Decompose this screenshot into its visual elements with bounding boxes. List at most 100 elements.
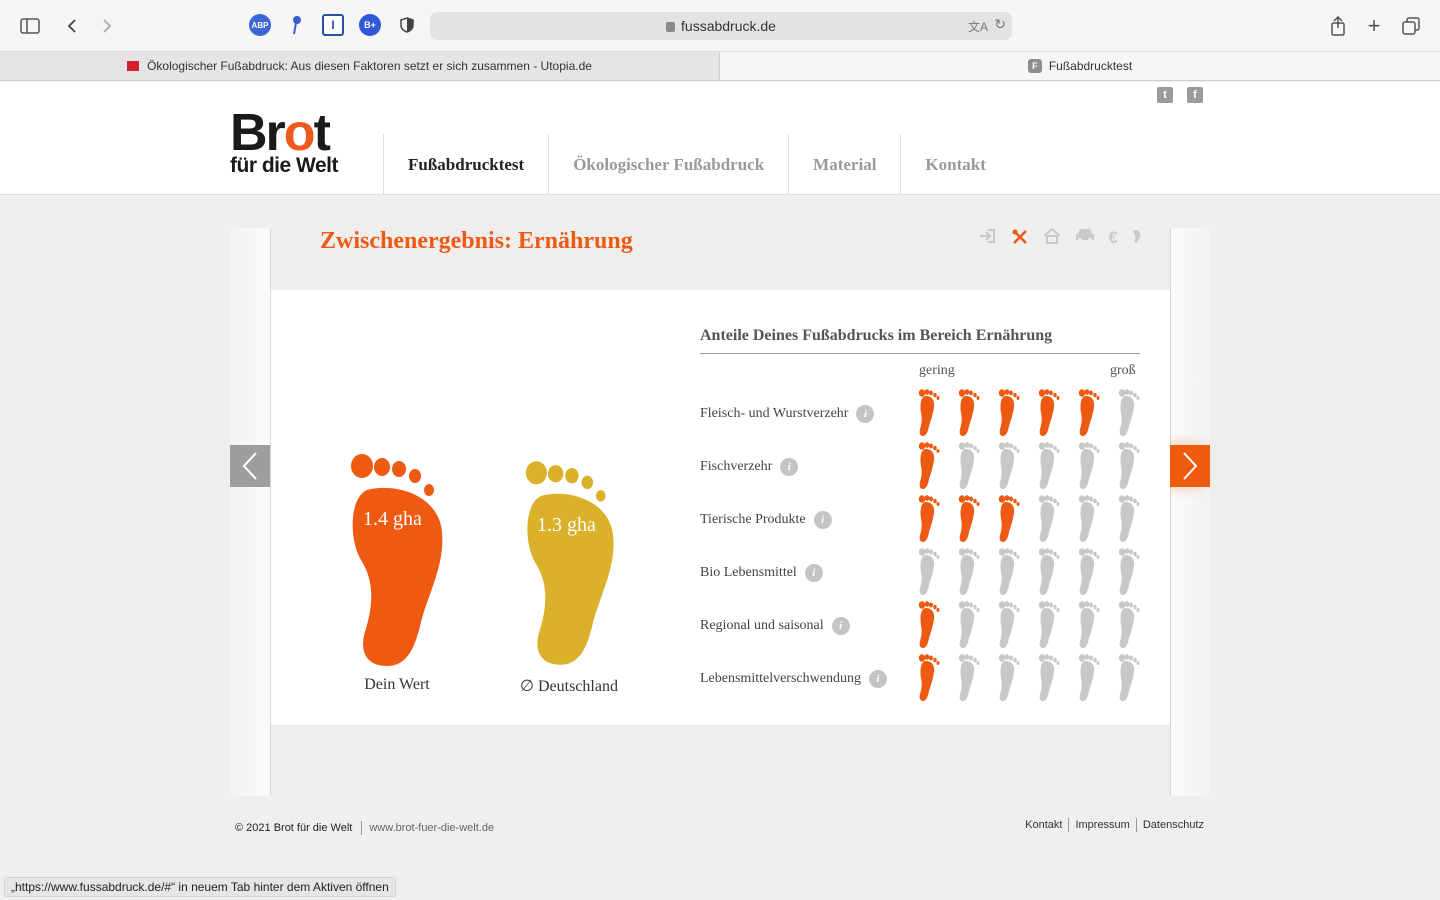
tab-fussabdrucktest[interactable]: F Fußabdrucktest xyxy=(720,52,1440,80)
empty-foot-icon xyxy=(1038,442,1060,489)
back-icon[interactable] xyxy=(59,13,85,39)
pin-extension-icon[interactable] xyxy=(285,14,307,36)
your-value: 1.4 gha xyxy=(363,508,422,530)
twitter-icon[interactable]: t xyxy=(1157,87,1173,103)
empty-foot-icon xyxy=(958,654,980,701)
tab-utopia[interactable]: Ökologischer Fußabdruck: Aus diesen Fakt… xyxy=(0,52,720,80)
info-icon[interactable]: i xyxy=(813,511,832,529)
footer-link-datenschutz[interactable]: Datenschutz xyxy=(1143,819,1204,831)
empty-foot-icon xyxy=(1078,654,1100,701)
empty-foot-icon xyxy=(1118,389,1140,436)
footer-site-link[interactable]: www.brot-fuer-die-welt.de xyxy=(369,822,494,834)
empty-foot-icon xyxy=(958,548,980,595)
address-bar[interactable]: fussabdruck.de 文A ↻ xyxy=(430,12,1012,40)
shield-extension-icon[interactable] xyxy=(396,14,418,36)
filled-foot-icon xyxy=(958,389,980,436)
empty-foot-icon xyxy=(1078,495,1100,542)
empty-foot-icon xyxy=(998,654,1020,701)
filled-foot-icon xyxy=(918,601,940,648)
result-panel: 1.4 gha Dein Wert 1.3 gha ∅ Deutschland … xyxy=(271,290,1170,725)
main-nav: Fußabdrucktest Ökologischer Fußabdruck M… xyxy=(383,134,1010,195)
empty-foot-icon xyxy=(958,601,980,648)
nav-item-material[interactable]: Material xyxy=(788,134,900,195)
translate-icon[interactable]: 文A xyxy=(968,18,988,35)
empty-foot-icon xyxy=(1118,601,1140,648)
empty-foot-icon xyxy=(998,442,1020,489)
f-favicon-icon: F xyxy=(1027,59,1042,73)
filled-foot-icon xyxy=(1078,389,1100,436)
empty-foot-icon xyxy=(1038,601,1060,648)
row-label-text: Tierische Produkte xyxy=(700,512,806,527)
nav-item-oekologischer-fussabdruck[interactable]: Ökologischer Fußabdruck xyxy=(548,134,788,195)
food-icon[interactable] xyxy=(1011,228,1029,251)
car-icon[interactable] xyxy=(1075,228,1095,251)
utopia-favicon-icon xyxy=(127,61,140,71)
adblock-extension-icon[interactable]: ABP xyxy=(249,14,271,36)
empty-foot-icon xyxy=(1118,442,1140,489)
tab-bar: Ökologischer Fußabdruck: Aus diesen Fakt… xyxy=(0,52,1440,81)
url-text: fussabdruck.de xyxy=(681,18,776,34)
footer-link-kontakt[interactable]: Kontakt xyxy=(1025,819,1062,831)
info-icon[interactable]: i xyxy=(831,617,850,635)
forward-icon[interactable] xyxy=(94,13,120,39)
empty-foot-icon xyxy=(1078,601,1100,648)
breakdown-row-label: Fleisch- und Wurstverzehr i xyxy=(700,405,875,423)
panel-bottom xyxy=(271,725,1170,796)
breakdown-row-label: Bio Lebensmittel i xyxy=(700,564,823,582)
empty-foot-icon xyxy=(998,601,1020,648)
empty-foot-icon xyxy=(1038,495,1060,542)
tab-overview-icon[interactable] xyxy=(1398,13,1424,39)
reload-icon[interactable]: ↻ xyxy=(994,16,1006,33)
filled-foot-icon xyxy=(918,495,940,542)
row-label-text: Fischverzehr xyxy=(700,459,773,474)
scale-low-label: gering xyxy=(919,363,955,378)
nav-item-fussabdrucktest[interactable]: Fußabdrucktest xyxy=(383,134,548,195)
row-label-text: Lebensmittelverschwendung xyxy=(700,671,861,686)
info-icon[interactable]: i xyxy=(856,405,875,423)
left-side-rail xyxy=(230,228,271,796)
nav-item-kontakt[interactable]: Kontakt xyxy=(900,134,1009,195)
instapaper-extension-icon[interactable]: I xyxy=(322,14,344,36)
filled-foot-icon xyxy=(918,442,940,489)
footer-link-impressum[interactable]: Impressum xyxy=(1075,819,1129,831)
sidebar-toggle-icon[interactable] xyxy=(17,13,43,39)
previous-arrow-button[interactable] xyxy=(230,445,270,487)
empty-foot-icon xyxy=(918,548,940,595)
euro-icon[interactable]: € xyxy=(1109,228,1118,251)
tab-title: Fußabdrucktest xyxy=(1048,59,1133,73)
filled-foot-icon xyxy=(958,495,980,542)
foot-icon[interactable] xyxy=(1132,228,1142,251)
scale-high-label: groß xyxy=(1110,363,1136,378)
info-icon[interactable]: i xyxy=(780,458,799,476)
average-value-caption: ∅ Deutschland xyxy=(520,678,618,695)
filled-foot-icon xyxy=(918,389,940,436)
empty-foot-icon xyxy=(1038,654,1060,701)
footer-left: © 2021 Brot für die Welt www.brot-fuer-d… xyxy=(235,821,494,835)
row-label-text: Fleisch- und Wurstverzehr xyxy=(700,406,849,421)
copyright: © 2021 Brot für die Welt xyxy=(235,822,353,834)
info-icon[interactable]: i xyxy=(868,670,887,688)
breakdown-row-label: Regional und saisonal i xyxy=(700,617,850,635)
filled-foot-icon xyxy=(1038,389,1060,436)
empty-foot-icon xyxy=(1118,548,1140,595)
empty-foot-icon xyxy=(958,442,980,489)
filled-foot-icon xyxy=(998,389,1020,436)
footer-links: Kontakt Impressum Datenschutz xyxy=(1025,818,1204,832)
facebook-icon[interactable]: f xyxy=(1187,87,1203,103)
share-icon[interactable] xyxy=(1325,13,1351,39)
empty-foot-icon xyxy=(1118,495,1140,542)
brot-logo[interactable]: Brot für die Welt xyxy=(230,107,338,176)
next-arrow-button[interactable] xyxy=(1170,445,1210,487)
breakdown-title: Anteile Deines Fußabdrucks im Bereich Er… xyxy=(700,327,1140,354)
home-icon[interactable] xyxy=(1042,227,1061,251)
your-value-caption: Dein Wert xyxy=(364,676,430,693)
lock-icon xyxy=(666,22,676,32)
new-tab-icon[interactable]: + xyxy=(1361,13,1387,39)
login-icon[interactable] xyxy=(979,228,997,251)
empty-foot-icon xyxy=(998,548,1020,595)
empty-foot-icon xyxy=(1078,548,1100,595)
info-icon[interactable]: i xyxy=(804,564,823,582)
result-header: Zwischenergebnis: Ernährung € xyxy=(271,227,1170,290)
bplus-extension-icon[interactable]: B+ xyxy=(359,14,381,36)
breakdown-row-label: Tierische Produkte i xyxy=(700,511,832,529)
